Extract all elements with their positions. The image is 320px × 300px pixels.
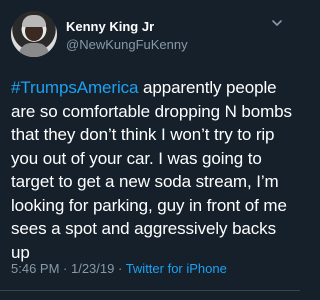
meta-separator-2: · — [114, 261, 126, 276]
meta-separator: · — [59, 261, 71, 276]
tweet-card: Kenny King Jr @NewKungFuKenny #TrumpsAme… — [0, 0, 300, 300]
tweet-meta: 5:46 PM · 1/23/19 · Twitter for iPhone — [11, 261, 227, 277]
tweet-source-link[interactable]: Twitter for iPhone — [126, 261, 227, 276]
tweet-text: #TrumpsAmerica apparently people are so … — [11, 76, 293, 264]
avatar-hat — [22, 15, 46, 27]
author-display-name[interactable]: Kenny King Jr — [66, 19, 154, 35]
chevron-down-icon[interactable] — [269, 15, 285, 31]
divider — [0, 290, 300, 291]
avatar[interactable] — [11, 11, 57, 57]
avatar-shirt — [19, 43, 49, 57]
author-handle[interactable]: @NewKungFuKenny — [66, 37, 188, 53]
hashtag-link[interactable]: #TrumpsAmerica — [11, 78, 138, 97]
tweet-header: Kenny King Jr @NewKungFuKenny — [11, 11, 289, 59]
tweet-time[interactable]: 5:46 PM — [11, 261, 59, 276]
tweet-date[interactable]: 1/23/19 — [71, 261, 114, 276]
tweet-body-text: apparently people are so comfortable dro… — [11, 78, 292, 262]
